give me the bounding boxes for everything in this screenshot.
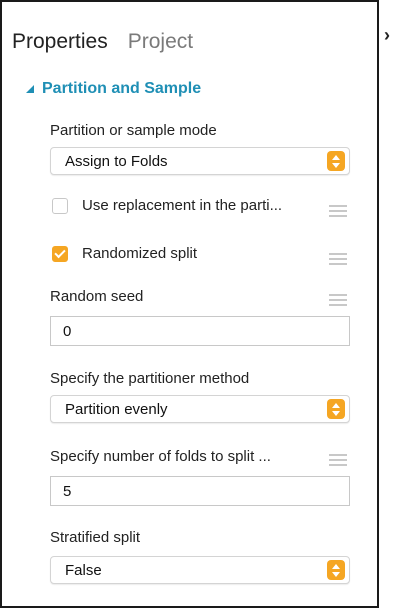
chevron-right-icon[interactable]: › <box>384 26 390 44</box>
randomized-checkbox[interactable] <box>52 245 68 262</box>
tab-project[interactable]: Project <box>128 30 193 54</box>
folds-label: Specify number of folds to split ... <box>50 448 271 465</box>
folds-input[interactable] <box>50 476 350 506</box>
drag-handle-icon[interactable] <box>329 253 347 265</box>
method-select[interactable]: Partition evenly <box>50 395 350 423</box>
drag-handle-icon[interactable] <box>329 294 347 306</box>
section-title: Partition and Sample <box>42 80 202 97</box>
randomized-label: Randomized split <box>82 245 198 262</box>
caret-down-icon <box>26 85 34 93</box>
method-select-value: Partition evenly <box>65 401 168 418</box>
stratified-label: Stratified split <box>50 529 141 546</box>
stratified-select[interactable]: False <box>50 556 350 584</box>
mode-label: Partition or sample mode <box>50 122 217 139</box>
replacement-checkbox[interactable] <box>52 197 68 214</box>
up-down-stepper-icon <box>327 560 345 580</box>
mode-select-value: Assign to Folds <box>65 153 168 170</box>
drag-handle-icon[interactable] <box>329 454 347 466</box>
randomized-row: Randomized split <box>52 245 197 262</box>
mode-select[interactable]: Assign to Folds <box>50 147 350 175</box>
replacement-label: Use replacement in the parti... <box>82 197 283 214</box>
drag-handle-icon[interactable] <box>329 205 347 217</box>
stratified-select-value: False <box>65 562 102 579</box>
replacement-row: Use replacement in the parti... <box>52 197 282 214</box>
properties-panel: › Properties Project Partition and Sampl… <box>0 0 399 612</box>
seed-label: Random seed <box>50 288 144 305</box>
tab-bar: Properties Project <box>12 30 193 54</box>
up-down-stepper-icon <box>327 151 345 171</box>
up-down-stepper-icon <box>327 399 345 419</box>
method-label: Specify the partitioner method <box>50 370 250 387</box>
tab-properties[interactable]: Properties <box>12 30 108 54</box>
seed-input[interactable] <box>50 316 350 346</box>
section-header-partition[interactable]: Partition and Sample <box>26 80 201 98</box>
checkmark-icon <box>54 246 66 258</box>
